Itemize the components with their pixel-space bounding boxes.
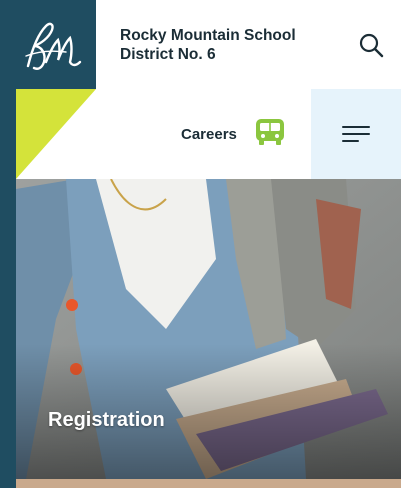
careers-link[interactable]: Careers	[181, 126, 237, 143]
menu-button[interactable]	[311, 89, 401, 179]
bus-link[interactable]	[254, 117, 286, 152]
site-title-line2: District No. 6	[120, 46, 216, 63]
registration-label: Registration	[48, 409, 165, 431]
site-header: Rocky Mountain School District No. 6	[0, 0, 401, 90]
registration-card[interactable]: Registration	[16, 179, 401, 479]
bus-icon	[256, 119, 284, 145]
menu-icon	[342, 126, 370, 142]
lime-accent-triangle	[16, 89, 96, 179]
site-title[interactable]: Rocky Mountain School District No. 6	[120, 26, 330, 64]
logo-link[interactable]	[0, 0, 96, 89]
student-photo	[16, 179, 401, 479]
utility-nav: Careers	[16, 89, 401, 179]
rm-logo-icon	[25, 22, 82, 70]
next-card-peek	[16, 479, 401, 488]
search-button[interactable]	[356, 30, 386, 60]
site-title-line1: Rocky Mountain School	[120, 27, 296, 44]
search-icon	[359, 33, 384, 58]
left-accent-strip	[0, 89, 16, 488]
